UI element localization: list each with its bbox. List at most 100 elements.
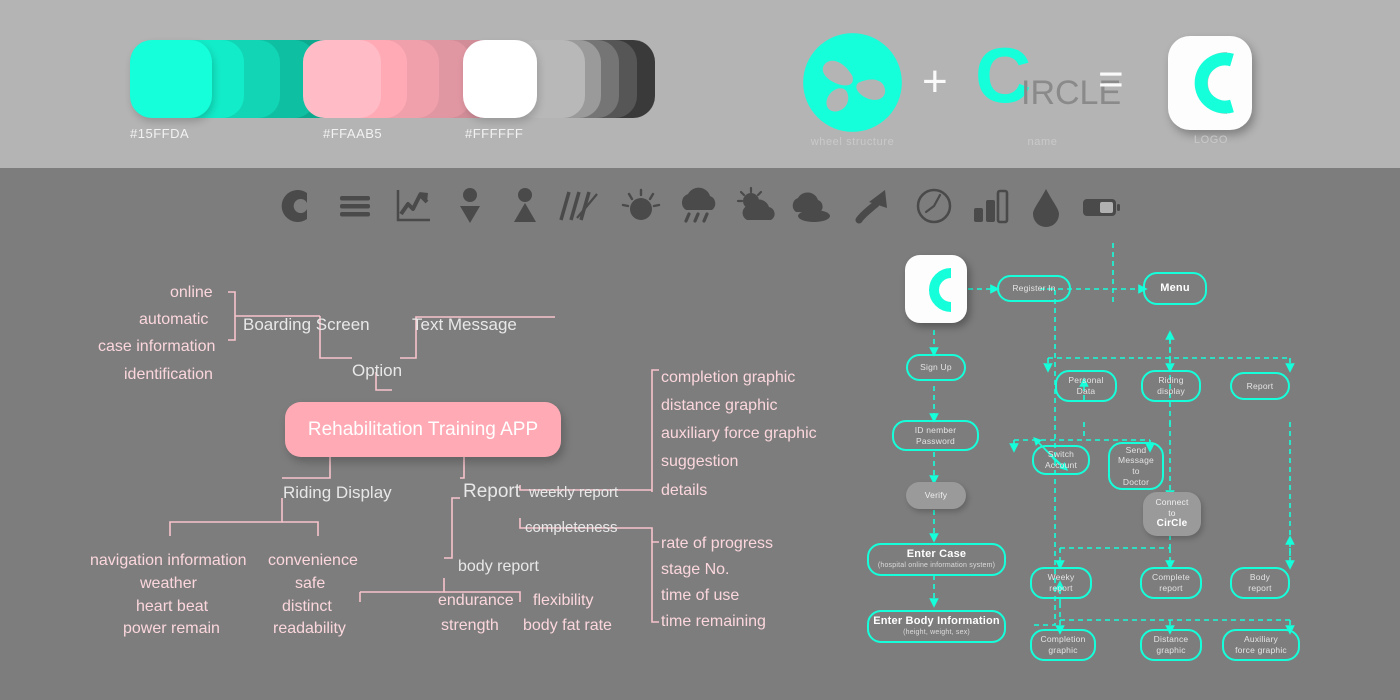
- flow-node-label-line2: report: [1159, 583, 1183, 593]
- flow-node-menu[interactable]: Menu: [1143, 272, 1207, 305]
- mindmap-leaf-navigation-information: navigation information: [90, 552, 247, 569]
- menu-icon[interactable]: [327, 178, 383, 234]
- flow-node-switch-account[interactable]: Switch Account: [1032, 445, 1090, 475]
- clock-icon[interactable]: [906, 178, 962, 234]
- flow-node-label: Menu: [1160, 281, 1190, 294]
- flow-node-label-line2: graphic: [1048, 645, 1078, 655]
- battery-icon[interactable]: [1073, 178, 1129, 234]
- circle-app-icon: [929, 268, 952, 312]
- mindmap-leaf-distinct: distinct: [282, 598, 332, 615]
- flow-node-label-line1: Riding: [1158, 375, 1184, 386]
- design-board: #15FFDA #FFAAB5 #FFFFFF wheel structure …: [0, 0, 1400, 700]
- flow-node-connect-to-circle[interactable]: Connect to CirCle: [1143, 492, 1201, 536]
- mindmap-leaf-online: online: [170, 284, 213, 301]
- mindmap-node-report: Report: [463, 481, 521, 502]
- flow-node-distance-graphic[interactable]: Distance graphic: [1140, 629, 1202, 661]
- flow-node-complete-report[interactable]: Complete report: [1140, 567, 1202, 599]
- flow-node-sublabel: (height, weight, sex): [903, 629, 970, 636]
- rain-cloud-icon[interactable]: [670, 178, 726, 234]
- flow-node-label-line2: force graphic: [1235, 645, 1287, 655]
- arrow-up-curve-icon[interactable]: [845, 178, 901, 234]
- swatch-label-teal: #15FFDA: [130, 126, 190, 141]
- plus-operator: +: [922, 57, 948, 106]
- partly-cloudy-icon[interactable]: [727, 178, 783, 234]
- mindmap-leaf-body-fat-rate: body fat rate: [523, 617, 612, 634]
- flowchart-app-icon-tile: [905, 255, 967, 323]
- flow-node-enter-body-information[interactable]: Enter Body Information (height, weight, …: [867, 610, 1006, 643]
- mindmap-leaf-flexibility: flexibility: [533, 592, 594, 609]
- bar-chart-icon[interactable]: [962, 178, 1018, 234]
- water-drop-icon[interactable]: [1018, 178, 1074, 234]
- flow-node-riding-display[interactable]: Riding display: [1141, 370, 1201, 402]
- c-logo-icon[interactable]: [266, 178, 322, 234]
- flow-node-auxiliary-force-graphic[interactable]: Auxiliary force graphic: [1222, 629, 1300, 661]
- wheel-structure-block: wheel structure: [800, 30, 905, 148]
- sun-icon[interactable]: [613, 178, 669, 234]
- flow-node-register-in[interactable]: Register In: [997, 275, 1071, 302]
- mindmap-node-boarding-screen: Boarding Screen: [243, 315, 370, 334]
- mindmap-leaf-details: details: [661, 482, 708, 499]
- wheel-structure-icon: [803, 33, 902, 132]
- mindmap-leaf-time-remaining: time remaining: [661, 613, 766, 630]
- flow-node-label-line1: Weeky: [1047, 572, 1075, 583]
- mindmap-leaf-endurance: endurance: [438, 592, 514, 609]
- flow-node-label-line2: Data: [1076, 386, 1096, 396]
- mindmap-leaf-weather: weather: [140, 575, 197, 592]
- flow-node-label-line2: Password: [916, 435, 955, 446]
- flow-node-label: Enter Body Information: [873, 615, 1000, 628]
- mindmap-leaf-rate-of-progress: rate of progress: [661, 535, 774, 552]
- swatch-label-white: #FFFFFF: [465, 126, 524, 141]
- mindmap-leaf-identification: identification: [124, 366, 213, 383]
- flow-node-label: Register In: [1012, 283, 1056, 294]
- flow-node-label-line2: report: [1049, 583, 1073, 593]
- flow-node-label-line1: Personal: [1068, 375, 1104, 386]
- mindmap-center-node: Rehabilitation Training APP: [285, 402, 561, 457]
- flow-node-send-message-to-doctor[interactable]: Send Message to Doctor: [1108, 442, 1164, 490]
- flow-node-label-line1: Completion: [1040, 634, 1086, 645]
- logo-block: LOGO: [1168, 36, 1254, 154]
- mindmap-leaf-time-of-use: time of use: [661, 587, 740, 604]
- flow-node-label-line1: Connect: [1155, 497, 1189, 508]
- flow-node-weekly-report[interactable]: Weeky report: [1030, 567, 1092, 599]
- female-icon[interactable]: [442, 178, 498, 234]
- flow-node-id-password[interactable]: ID nember Password: [892, 420, 979, 451]
- line-chart-icon[interactable]: [385, 178, 441, 234]
- flow-node-body-report[interactable]: Body report: [1230, 567, 1290, 599]
- mindmap: online automatic case information identi…: [0, 240, 860, 700]
- swatch-group-white: #FFFFFF: [463, 40, 753, 160]
- mindmap-leaf-heart-beat: heart beat: [136, 598, 209, 615]
- flow-node-verify[interactable]: Verify: [906, 482, 966, 509]
- flow-node-label-line2: Account: [1044, 460, 1078, 470]
- logo-c-icon: [1194, 52, 1234, 114]
- mindmap-leaf-readability: readability: [273, 620, 346, 637]
- flow-node-label-line1: Switch: [1047, 449, 1075, 460]
- flow-node-completion-graphic[interactable]: Completion graphic: [1030, 629, 1096, 661]
- mindmap-node-text-message: Text Message: [412, 315, 517, 334]
- flow-node-label: Enter Case: [906, 548, 967, 561]
- swatch-shade: [303, 40, 381, 118]
- flow-node-label-line1: Auxiliary: [1244, 634, 1278, 645]
- mindmap-node-weekly-report: weekly report: [529, 484, 619, 501]
- brand-name-block: C IRCLE name: [975, 36, 1121, 148]
- flow-node-label-line1: ID nember: [914, 424, 957, 435]
- speed-lines-icon[interactable]: [551, 178, 607, 234]
- cloudy-icon[interactable]: [782, 178, 838, 234]
- mindmap-leaf-convenience: convenience: [268, 552, 358, 569]
- flow-node-label-line1: Complete: [1152, 572, 1190, 583]
- flow-node-label-line1: Send: [1125, 444, 1147, 455]
- flow-node-label-line2: display: [1157, 386, 1185, 396]
- flow-node-label-line1: Body: [1249, 572, 1271, 583]
- equals-operator: =: [1098, 55, 1124, 104]
- flow-node-personal-data[interactable]: Personal Data: [1055, 370, 1117, 402]
- mindmap-leaf-distance-graphic: distance graphic: [661, 397, 778, 414]
- logo-app-tile: [1168, 36, 1252, 130]
- flow-node-enter-case[interactable]: Enter Case (hospital online information …: [867, 543, 1006, 576]
- mindmap-leaf-auxiliary-force-graphic: auxiliary force graphic: [661, 425, 817, 442]
- icon-strip: [0, 178, 1400, 236]
- flow-node-label: Report: [1246, 380, 1274, 391]
- flow-node-report[interactable]: Report: [1230, 372, 1290, 400]
- flow-node-label-line3: to: [1132, 466, 1140, 476]
- male-icon[interactable]: [497, 178, 553, 234]
- flowchart: Register In Menu Sign Up ID nember Passw…: [860, 240, 1400, 700]
- flow-node-sign-up[interactable]: Sign Up: [906, 354, 966, 381]
